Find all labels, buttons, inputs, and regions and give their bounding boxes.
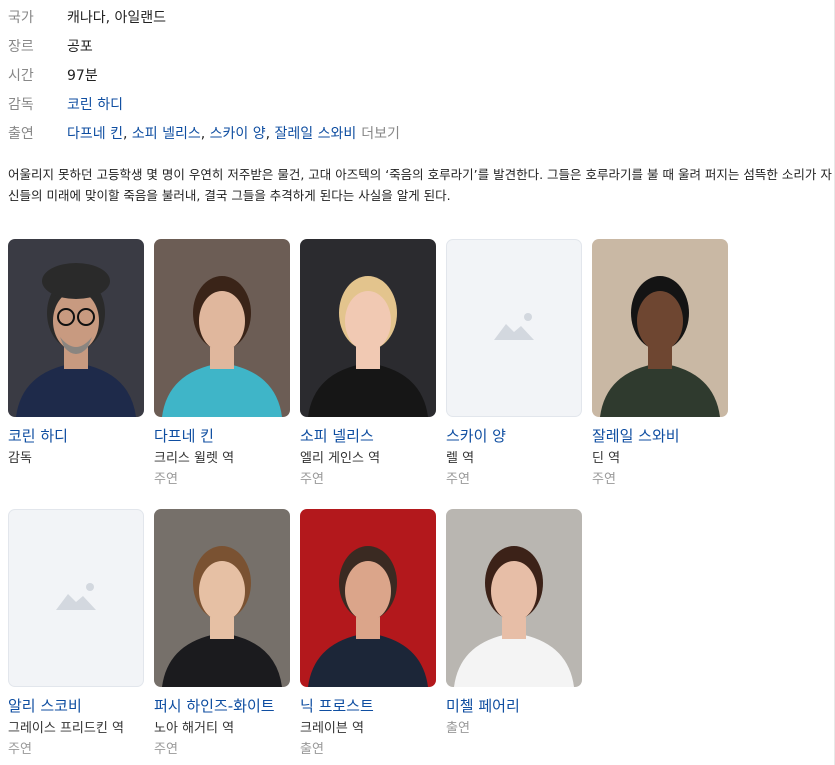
profile-photo[interactable] (446, 509, 582, 687)
cast-type: 주연 (592, 472, 616, 487)
cast-name-link[interactable]: 닉 프로스트 (300, 694, 436, 718)
profile-photo[interactable] (154, 509, 290, 687)
cast-card: 소피 넬리스엘리 게인스 역주연 (300, 239, 436, 490)
cast-type: 주연 (154, 742, 178, 757)
cast-type: 주연 (154, 472, 178, 487)
cast-card: 스카이 양렐 역주연 (446, 239, 582, 490)
cast-link[interactable]: 소피 넬리스 (132, 126, 201, 142)
country-value: 캐나다, 아일랜드 (67, 10, 167, 26)
cast-type: 주연 (8, 742, 32, 757)
cast-card: 닉 프로스트크레이븐 역출연 (300, 509, 436, 760)
cast-card: 미첼 페어리출연 (446, 509, 582, 739)
portrait-illustration (300, 239, 436, 417)
profile-photo[interactable] (300, 509, 436, 687)
cast-card: 알리 스코비그레이스 프리드킨 역주연 (8, 509, 144, 760)
cast-label: 출연 (8, 126, 34, 142)
cast-role: 크리스 윌렛 역 (154, 451, 235, 466)
cast-name-link[interactable]: 스카이 양 (446, 424, 582, 448)
runtime-label: 시간 (8, 68, 34, 84)
portrait-illustration (300, 509, 436, 687)
cast-role: 출연 (446, 721, 470, 736)
runtime-value: 97분 (67, 68, 98, 84)
portrait-illustration (154, 239, 290, 417)
director-link[interactable]: 코린 하디 (67, 97, 123, 113)
cast-separator: , (200, 126, 210, 142)
info-row-genre: 장르 공포 (8, 35, 400, 64)
portrait-illustration (8, 239, 144, 417)
image-placeholder-icon (56, 583, 96, 610)
info-row-runtime: 시간 97분 (8, 64, 400, 93)
cast-role: 엘리 게인스 역 (300, 451, 381, 466)
cast-role: 렐 역 (446, 451, 475, 466)
profile-photo[interactable] (154, 239, 290, 417)
cast-role: 노아 해거티 역 (154, 721, 235, 736)
cast-name-link[interactable]: 소피 넬리스 (300, 424, 436, 448)
cast-role: 크레이븐 역 (300, 721, 364, 736)
cast-more-link[interactable]: 더보기 (361, 126, 400, 142)
cast-separator: , (265, 126, 275, 142)
profile-photo[interactable] (592, 239, 728, 417)
profile-photo-placeholder[interactable] (8, 509, 144, 687)
info-row-country: 국가 캐나다, 아일랜드 (8, 6, 400, 35)
director-label: 감독 (8, 97, 34, 113)
cast-role: 그레이스 프리드킨 역 (8, 721, 124, 736)
info-row-cast: 출연 다프네 킨, 소피 넬리스, 스카이 양, 잘레일 스와비 더보기 (8, 122, 400, 151)
cast-type: 주연 (300, 472, 324, 487)
cast-name-link[interactable]: 미첼 페어리 (446, 694, 582, 718)
cast-type: 출연 (300, 742, 324, 757)
cast-type: 주연 (446, 472, 470, 487)
cast-card: 다프네 킨크리스 윌렛 역주연 (154, 239, 290, 490)
cast-name-link[interactable]: 잘레일 스와비 (592, 424, 728, 448)
cast-card: 잘레일 스와비딘 역주연 (592, 239, 728, 490)
portrait-illustration (592, 239, 728, 417)
cast-role: 딘 역 (592, 451, 621, 466)
profile-photo-placeholder[interactable] (446, 239, 582, 417)
cast-separator: , (122, 126, 132, 142)
cast-role: 감독 (8, 451, 32, 466)
cast-name-link[interactable]: 퍼시 하인즈-화이트 (154, 694, 290, 718)
portrait-illustration (154, 509, 290, 687)
cast-name-link[interactable]: 코린 하디 (8, 424, 144, 448)
cast-link[interactable]: 다프네 킨 (67, 126, 123, 142)
genre-value: 공포 (67, 39, 93, 55)
genre-label: 장르 (8, 39, 34, 55)
movie-info-table: 국가 캐나다, 아일랜드 장르 공포 시간 97분 감독 코린 하디 출연 다프네 킨, … (8, 6, 400, 151)
info-row-director: 감독 코린 하디 (8, 93, 400, 122)
cast-link[interactable]: 잘레일 스와비 (275, 126, 357, 142)
cast-name-link[interactable]: 알리 스코비 (8, 694, 144, 718)
portrait-illustration (446, 509, 582, 687)
image-placeholder-icon (494, 313, 534, 340)
synopsis: 어울리지 못하던 고등학생 몇 명이 우연히 저주받은 물건, 고대 아즈텍의 … (8, 167, 832, 203)
country-label: 국가 (8, 10, 34, 26)
cast-card: 코린 하디감독 (8, 239, 144, 469)
cast-name-link[interactable]: 다프네 킨 (154, 424, 290, 448)
cast-link[interactable]: 스카이 양 (210, 126, 266, 142)
profile-photo[interactable] (8, 239, 144, 417)
cast-card: 퍼시 하인즈-화이트노아 해거티 역주연 (154, 509, 290, 760)
profile-photo[interactable] (300, 239, 436, 417)
